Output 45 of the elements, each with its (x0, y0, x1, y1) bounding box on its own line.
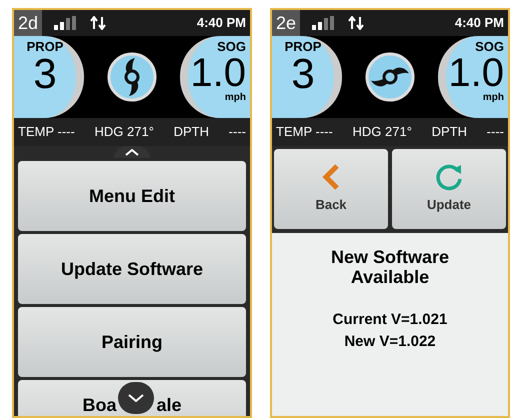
up-down-arrows-icon (90, 16, 106, 30)
partial-item-text: ale (156, 394, 182, 416)
version-text: New V=1.022 (344, 332, 436, 352)
info-text: DPTH (174, 123, 209, 142)
chevron-left-icon (321, 163, 341, 192)
info-text: ---- (486, 123, 504, 142)
gauge-label: SOG (217, 40, 246, 53)
chevron-down-icon (128, 394, 144, 402)
gauge-value: 3 (33, 53, 57, 95)
menu-item[interactable]: Update Software (18, 234, 246, 304)
screen-label: 2d (14, 10, 42, 36)
clock-time: 4:40 PM (454, 14, 504, 32)
menu-item[interactable]: Pairing (18, 307, 246, 377)
refresh-icon (434, 163, 464, 192)
info-text: HDG 271° (352, 123, 412, 142)
scroll-up-button[interactable] (114, 146, 150, 158)
update-button[interactable]: Update (392, 149, 506, 229)
back-button[interactable]: Back (274, 149, 388, 229)
scroll-down-button[interactable] (118, 382, 154, 414)
info-text: DPTH (432, 123, 467, 142)
info-text: TEMP ---- (276, 123, 333, 142)
gauge-value: 1.0 (190, 53, 246, 93)
gauge-label: PROP (26, 40, 64, 53)
version-text: Current V=1.021 (332, 310, 448, 330)
menu-item[interactable]: Menu Edit (18, 161, 246, 231)
info-text: HDG 271° (94, 123, 154, 142)
gauge-value: 3 (291, 53, 315, 95)
partial-item-text: Boa (82, 394, 116, 416)
gauge-unit: mph (224, 93, 246, 103)
message-title: New Software Available (330, 247, 450, 287)
signal-bars-icon (54, 16, 78, 30)
gauge-value: 1.0 (448, 53, 504, 93)
gauge-label: SOG (475, 40, 504, 53)
clock-time: 4:40 PM (196, 14, 246, 32)
signal-bars-icon (312, 16, 336, 30)
gauge-label: PROP (284, 40, 322, 53)
info-text: ---- (228, 123, 246, 142)
screen-label: 2e (272, 10, 300, 36)
propeller-icon (365, 52, 415, 102)
chevron-up-icon (125, 148, 139, 156)
info-text: TEMP ---- (18, 123, 75, 142)
menu-item[interactable]: Boa ale (18, 380, 246, 416)
gauge-unit: mph (482, 93, 504, 103)
up-down-arrows-icon (348, 16, 364, 30)
propeller-icon (107, 52, 157, 102)
